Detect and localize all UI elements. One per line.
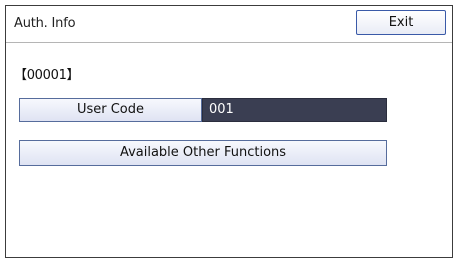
exit-button[interactable]: Exit bbox=[356, 10, 446, 35]
panel-header: Auth. Info Exit bbox=[6, 6, 452, 43]
user-code-value: 001 bbox=[202, 98, 387, 122]
page-title: Auth. Info bbox=[14, 16, 76, 31]
auth-info-panel: Auth. Info Exit 【00001】 User Code 001 Av… bbox=[5, 5, 453, 258]
available-other-functions-button[interactable]: Available Other Functions bbox=[19, 140, 387, 166]
record-id-label: 【00001】 bbox=[14, 68, 80, 83]
user-code-button[interactable]: User Code bbox=[19, 98, 202, 122]
